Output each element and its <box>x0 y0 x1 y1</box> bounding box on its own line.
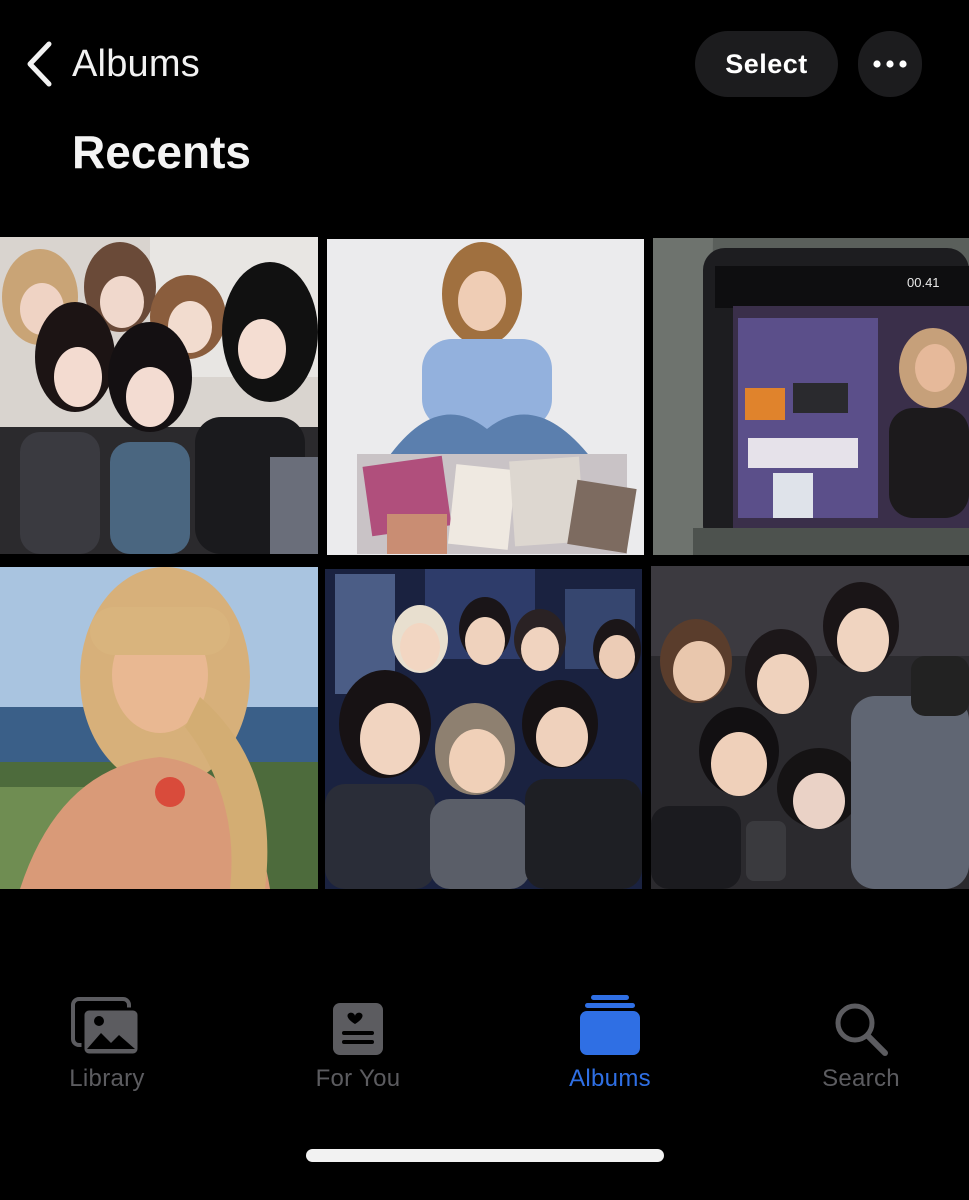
photo-boy-group-dark[interactable] <box>651 566 969 889</box>
photo-girl-group[interactable] <box>0 237 318 554</box>
albums-icon <box>580 995 640 1055</box>
page-title: Recents <box>72 126 251 178</box>
chevron-left-icon <box>27 41 52 87</box>
tab-label: Albums <box>569 1065 651 1092</box>
tab-label: Library <box>69 1065 145 1092</box>
tab-for-you[interactable]: For You <box>258 985 458 1105</box>
tab-label: Search <box>822 1065 900 1092</box>
select-button[interactable]: Select <box>695 31 838 97</box>
ellipsis-icon <box>873 60 907 68</box>
photo-woman-sitting[interactable] <box>327 239 644 555</box>
photo-video-screen[interactable]: 00.41 <box>653 238 969 555</box>
tab-label: For You <box>315 1065 401 1092</box>
more-options-button[interactable] <box>858 31 922 97</box>
search-icon <box>835 1003 888 1056</box>
home-indicator[interactable] <box>306 1149 664 1162</box>
for-you-icon <box>333 1003 383 1055</box>
tab-albums[interactable]: Albums <box>510 985 710 1105</box>
photo-library-icon <box>71 997 141 1057</box>
video-timer-label: 00.41 <box>907 275 940 290</box>
back-label: Albums <box>72 42 200 85</box>
navigation-bar: Albums Select <box>0 0 969 120</box>
tab-bar: Library For You Albums Search <box>0 985 969 1105</box>
tab-library[interactable]: Library <box>7 985 207 1105</box>
photo-blonde-woman[interactable] <box>0 567 318 889</box>
photo-boy-group-stage[interactable] <box>325 569 642 889</box>
tab-search[interactable]: Search <box>761 985 961 1105</box>
back-button[interactable]: Albums <box>24 36 200 92</box>
